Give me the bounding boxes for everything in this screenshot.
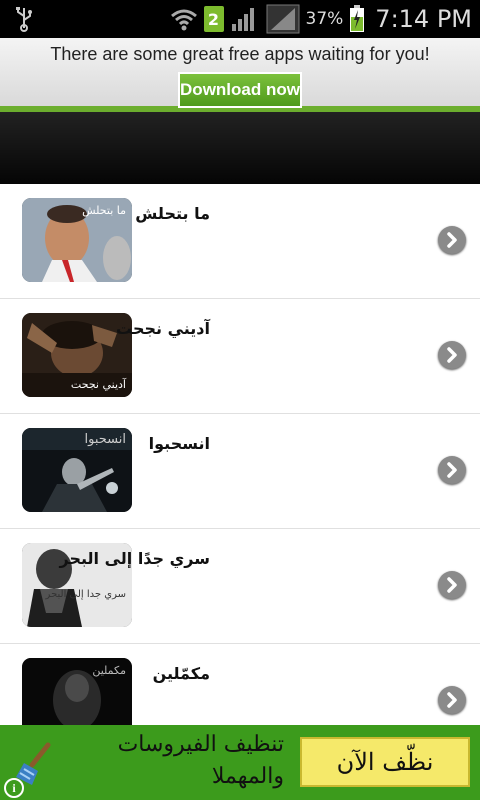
thumbnail-caption: آديني نجحت <box>70 378 126 391</box>
clock: 7:14 PM <box>375 5 472 33</box>
download-now-button[interactable]: Download now <box>178 72 302 108</box>
chevron-right-icon[interactable] <box>438 571 466 599</box>
action-bar <box>0 112 480 184</box>
list-item[interactable]: سري جدا إلى البحر سري جدًا إلى البحر <box>0 529 480 644</box>
clean-now-button[interactable]: نظّف الآن <box>300 737 470 787</box>
battery-percent: 37% <box>305 9 344 29</box>
wifi-icon <box>170 9 197 31</box>
thumbnail: مكملين <box>22 658 132 725</box>
item-title: مكمّلين <box>152 664 210 683</box>
list-item[interactable]: آديني نجحت آديني نجحت <box>0 299 480 414</box>
item-title: ما بتحلش <box>135 204 210 223</box>
list-item[interactable]: مكملين مكمّلين <box>0 644 480 725</box>
thumbnail-caption: سري جدا إلى البحر <box>45 589 126 600</box>
thumbnail: انسحبوا <box>22 428 132 512</box>
ad-text: تنظيف الفيروسات والمهملا <box>117 732 284 789</box>
usb-icon <box>16 7 32 32</box>
top-ad-banner[interactable]: There are some great free apps waiting f… <box>0 38 480 112</box>
signal-icon <box>231 8 254 31</box>
chevron-right-icon[interactable] <box>438 341 466 369</box>
list-item[interactable]: انسحبوا انسحبوا <box>0 414 480 529</box>
item-title: آديني نجحت <box>116 319 210 338</box>
thumbnail-caption: ما بتحلش <box>82 204 126 217</box>
status-bar: 2 37% 7:14 PM <box>0 0 480 38</box>
battery-icon <box>350 5 365 32</box>
item-title: سري جدًا إلى البحر <box>59 549 210 568</box>
thumbnail: ما بتحلش <box>22 198 132 282</box>
chevron-right-icon[interactable] <box>438 686 466 714</box>
bottom-ad-banner[interactable]: تنظيف الفيروسات والمهملا نظّف الآن i <box>0 725 480 800</box>
thumbnail-caption: مكملين <box>92 664 126 677</box>
notification-badge: 2 <box>203 6 224 32</box>
video-list: ما بتحلش ما بتحلش آديني نجحت آديني نجحت <box>0 184 480 725</box>
ad-text: There are some great free apps waiting f… <box>50 44 430 64</box>
info-icon[interactable]: i <box>4 778 24 798</box>
chevron-right-icon[interactable] <box>438 456 466 484</box>
chevron-right-icon[interactable] <box>438 226 466 254</box>
list-item[interactable]: ما بتحلش ما بتحلش <box>0 184 480 299</box>
item-title: انسحبوا <box>148 434 210 453</box>
signal-icon <box>266 4 299 34</box>
thumbnail-caption: انسحبوا <box>84 432 126 447</box>
